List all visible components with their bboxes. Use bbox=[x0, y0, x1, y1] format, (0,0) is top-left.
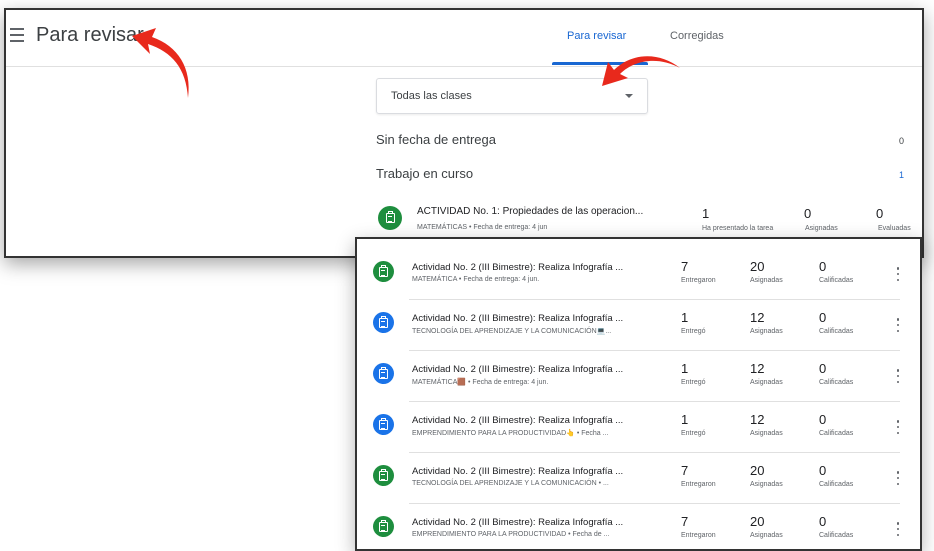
stat-assigned-label: Asignadas bbox=[750, 532, 783, 539]
assignment-title: Actividad No. 2 (III Bimestre): Realiza … bbox=[412, 313, 624, 324]
assignment-title: Actividad No. 2 (III Bimestre): Realiza … bbox=[412, 466, 624, 477]
stat-assigned-count: 12 bbox=[750, 310, 765, 325]
stat-graded-label: Calificadas bbox=[819, 379, 854, 386]
assignment-title: Actividad No. 2 (III Bimestre): Realiza … bbox=[412, 364, 624, 375]
assignment-title: ACTIVIDAD No. 1: Propiedades de las oper… bbox=[417, 206, 644, 217]
section-trabajo-en-curso-count: 1 bbox=[898, 170, 904, 180]
assignment-subtitle: TECNOLOGÍA DEL APRENDIZAJE Y LA COMUNICA… bbox=[412, 328, 612, 335]
assignment-icon bbox=[378, 206, 402, 230]
stat-submitted-count: 1 bbox=[681, 361, 689, 376]
stat-submitted-count: 7 bbox=[681, 463, 689, 478]
assignment-icon bbox=[373, 516, 394, 537]
stat-assigned-count: 12 bbox=[750, 412, 765, 427]
stat-submitted-count: 1 bbox=[681, 310, 689, 325]
more-options-icon[interactable] bbox=[896, 369, 900, 383]
assignment-title: Actividad No. 2 (III Bimestre): Realiza … bbox=[412, 262, 624, 273]
stat-graded-label: Calificadas bbox=[819, 532, 854, 539]
assignment-icon bbox=[373, 414, 394, 435]
stat-graded-count: 0 bbox=[819, 514, 827, 529]
more-options-icon[interactable] bbox=[896, 471, 900, 485]
stat-submitted-label: Entregó bbox=[681, 328, 706, 335]
stat-graded-count: 0 bbox=[819, 463, 827, 478]
stat-submitted-label: Ha presentado la tarea bbox=[702, 225, 774, 232]
stat-submitted-label: Entregaron bbox=[681, 532, 716, 539]
stat-submitted-label: Entregó bbox=[681, 430, 706, 437]
stat-assigned-label: Asignadas bbox=[805, 225, 838, 232]
more-options-icon[interactable] bbox=[896, 522, 900, 536]
stat-assigned-count: 12 bbox=[750, 361, 765, 376]
assignment-row-main[interactable]: ACTIVIDAD No. 1: Propiedades de las oper… bbox=[376, 202, 922, 238]
assignment-title: Actividad No. 2 (III Bimestre): Realiza … bbox=[412, 517, 624, 528]
assignment-subtitle: MATEMÁTICAS • Fecha de entrega: 4 jun bbox=[417, 224, 548, 231]
stat-assigned-count: 0 bbox=[804, 206, 812, 221]
tab-para-revisar[interactable]: Para revisar bbox=[567, 30, 626, 42]
assignment-subtitle: MATEMÁTICA • Fecha de entrega: 4 jun. bbox=[412, 276, 540, 283]
assignment-row[interactable]: Actividad No. 2 (III Bimestre): Realiza … bbox=[357, 351, 916, 402]
stat-submitted-count: 1 bbox=[681, 412, 689, 427]
assignment-row[interactable]: Actividad No. 2 (III Bimestre): Realiza … bbox=[357, 402, 916, 453]
section-sin-fecha-count: 0 bbox=[898, 136, 904, 146]
assignment-list-window: Actividad No. 2 (III Bimestre): Realiza … bbox=[355, 237, 922, 551]
assignment-icon bbox=[373, 465, 394, 486]
section-trabajo-en-curso[interactable]: Trabajo en curso bbox=[376, 166, 473, 181]
stat-evaluated-label: Evaluadas bbox=[878, 225, 911, 232]
class-filter-value: Todas las clases bbox=[391, 90, 472, 102]
stat-assigned-label: Asignadas bbox=[750, 481, 783, 488]
stat-graded-label: Calificadas bbox=[819, 277, 854, 284]
stat-submitted-count: 1 bbox=[702, 206, 710, 221]
stat-assigned-count: 20 bbox=[750, 259, 765, 274]
assignment-icon bbox=[373, 363, 394, 384]
stat-assigned-label: Asignadas bbox=[750, 430, 783, 437]
more-options-icon[interactable] bbox=[896, 420, 900, 434]
stat-submitted-label: Entregaron bbox=[681, 277, 716, 284]
stat-graded-count: 0 bbox=[819, 361, 827, 376]
assignment-icon bbox=[373, 261, 394, 282]
stat-graded-count: 0 bbox=[819, 310, 827, 325]
assignment-subtitle: EMPRENDIMIENTO PARA LA PRODUCTIVIDAD • F… bbox=[412, 531, 610, 538]
annotation-arrow-tab bbox=[602, 56, 680, 86]
stat-assigned-count: 20 bbox=[750, 514, 765, 529]
stat-assigned-label: Asignadas bbox=[750, 379, 783, 386]
stat-graded-label: Calificadas bbox=[819, 481, 854, 488]
stat-submitted-label: Entregó bbox=[681, 379, 706, 386]
stat-assigned-label: Asignadas bbox=[750, 277, 783, 284]
stat-assigned-label: Asignadas bbox=[750, 328, 783, 335]
stat-graded-label: Calificadas bbox=[819, 430, 854, 437]
stat-submitted-count: 7 bbox=[681, 259, 689, 274]
assignment-subtitle: MATEMÁTICA🟫 • Fecha de entrega: 4 jun. bbox=[412, 379, 549, 386]
stat-assigned-count: 20 bbox=[750, 463, 765, 478]
stat-graded-count: 0 bbox=[819, 412, 827, 427]
stat-graded-count: 0 bbox=[819, 259, 827, 274]
stat-submitted-label: Entregaron bbox=[681, 481, 716, 488]
dropdown-caret-icon bbox=[625, 94, 633, 98]
tab-corregidas[interactable]: Corregidas bbox=[670, 30, 724, 42]
assignment-title: Actividad No. 2 (III Bimestre): Realiza … bbox=[412, 415, 624, 426]
assignment-icon bbox=[373, 312, 394, 333]
stat-evaluated-count: 0 bbox=[876, 206, 884, 221]
assignment-subtitle: TECNOLOGÍA DEL APRENDIZAJE Y LA COMUNICA… bbox=[412, 480, 609, 487]
assignment-row[interactable]: Actividad No. 2 (III Bimestre): Realiza … bbox=[357, 453, 916, 504]
more-options-icon[interactable] bbox=[896, 267, 900, 281]
stat-submitted-count: 7 bbox=[681, 514, 689, 529]
hamburger-menu-icon[interactable] bbox=[10, 28, 24, 42]
more-options-icon[interactable] bbox=[896, 318, 900, 332]
assignment-row[interactable]: Actividad No. 2 (III Bimestre): Realiza … bbox=[357, 249, 916, 300]
stat-graded-label: Calificadas bbox=[819, 328, 854, 335]
assignment-row[interactable]: Actividad No. 2 (III Bimestre): Realiza … bbox=[357, 504, 916, 549]
annotation-arrow-title bbox=[132, 28, 189, 98]
assignment-subtitle: EMPRENDIMIENTO PARA LA PRODUCTIVIDAD👆 • … bbox=[412, 430, 609, 437]
assignment-row[interactable]: Actividad No. 2 (III Bimestre): Realiza … bbox=[357, 300, 916, 351]
section-sin-fecha[interactable]: Sin fecha de entrega bbox=[376, 132, 496, 147]
